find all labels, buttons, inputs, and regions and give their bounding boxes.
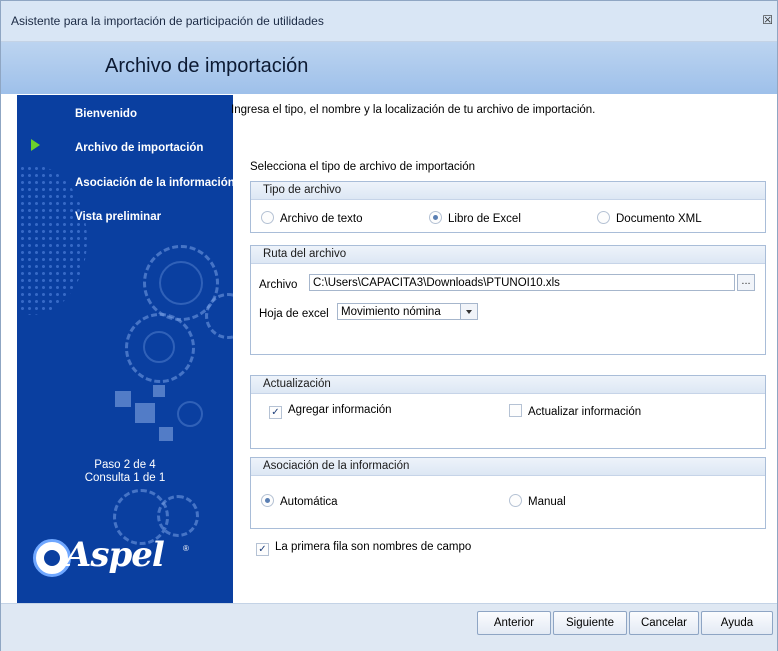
sidebar-item-bienvenido: Bienvenido	[75, 108, 137, 120]
checkbox-primera-fila[interactable]: ✓ La primera fila son nombres de campo	[256, 541, 471, 556]
chevron-down-icon[interactable]	[461, 303, 478, 320]
decorative-ring-icon	[177, 401, 203, 427]
radio-label: Manual	[528, 496, 566, 508]
radio-libro-de-excel[interactable]: Libro de Excel	[429, 211, 521, 225]
page-title: Archivo de importación	[105, 55, 309, 77]
checkbox-checked-icon: ✓	[256, 543, 269, 556]
radio-label: Libro de Excel	[448, 213, 521, 225]
consulta-counter: Consulta 1 de 1	[84, 472, 166, 484]
siguiente-button[interactable]: Siguiente	[553, 611, 627, 635]
intro-text: Ingresa el tipo, el nombre y la localiza…	[231, 104, 596, 116]
file-type-group: Tipo de archivo Archivo de texto Libro d…	[250, 181, 766, 233]
wizard-header: Archivo de importación	[1, 42, 777, 94]
file-path-header: Ruta del archivo	[251, 246, 765, 264]
radio-label: Archivo de texto	[280, 213, 363, 225]
aspel-logo: Aspel	[65, 535, 165, 575]
file-type-header: Tipo de archivo	[251, 182, 765, 200]
association-header: Asociación de la información	[251, 458, 765, 476]
sidebar-item-asociacion: Asociación de la información	[75, 177, 233, 189]
title-bar: Asistente para la importación de partici…	[1, 1, 777, 42]
radio-icon	[509, 494, 522, 507]
ayuda-button[interactable]: Ayuda	[701, 611, 773, 635]
checkbox-label: Actualizar información	[528, 406, 642, 418]
radio-selected-icon	[261, 494, 274, 507]
browse-button[interactable]: ...	[737, 274, 755, 291]
radio-manual[interactable]: Manual	[509, 494, 566, 508]
decorative-square	[153, 385, 165, 397]
radio-archivo-de-texto[interactable]: Archivo de texto	[261, 211, 362, 225]
decorative-ring-icon	[143, 331, 175, 363]
registered-mark: ®	[183, 544, 189, 553]
select-type-label: Selecciona el tipo de archivo de importa…	[250, 161, 476, 173]
radio-icon	[261, 211, 274, 224]
file-path-group: Ruta del archivo Archivo C:\Users\CAPACI…	[250, 245, 766, 355]
decorative-ring-icon	[159, 261, 203, 305]
checkbox-label: Agregar información	[288, 404, 392, 416]
radio-label: Documento XML	[616, 213, 702, 225]
sidebar-item-archivo-de-importacion: Archivo de importación	[75, 142, 204, 154]
window-title: Asistente para la importación de partici…	[11, 14, 324, 28]
checkbox-checked-icon: ✓	[269, 406, 282, 419]
archivo-label: Archivo	[259, 279, 298, 291]
radio-label: Automática	[280, 496, 338, 508]
radio-documento-xml[interactable]: Documento XML	[597, 211, 702, 225]
checkbox-icon	[509, 404, 522, 417]
green-arrow-icon	[31, 139, 40, 151]
decorative-square	[135, 403, 155, 423]
sidebar-item-vista-preliminar: Vista preliminar	[75, 211, 162, 223]
radio-automatica[interactable]: Automática	[261, 494, 338, 508]
checkbox-agregar-informacion[interactable]: ✓ Agregar información	[269, 404, 392, 419]
archivo-path-input[interactable]: C:\Users\CAPACITA3\Downloads\PTUNOI10.xl…	[309, 274, 735, 291]
step-counter: Paso 2 de 4	[94, 459, 156, 471]
wizard-window: Asistente para la importación de partici…	[0, 0, 778, 651]
checkbox-label: La primera fila son nombres de campo	[275, 541, 472, 553]
hoja-label: Hoja de excel	[259, 308, 329, 320]
sidebar: Bienvenido Archivo de importación Asocia…	[17, 95, 233, 603]
radio-selected-icon	[429, 211, 442, 224]
close-icon[interactable]: ☒	[762, 13, 773, 27]
decorative-square	[159, 427, 173, 441]
update-header: Actualización	[251, 376, 765, 394]
radio-icon	[597, 211, 610, 224]
association-group: Asociación de la información Automática …	[250, 457, 766, 529]
decorative-square	[115, 391, 131, 407]
update-group: Actualización ✓ Agregar información Actua…	[250, 375, 766, 449]
cancelar-button[interactable]: Cancelar	[629, 611, 699, 635]
checkbox-actualizar-informacion[interactable]: Actualizar información	[509, 404, 641, 418]
hoja-select[interactable]: Movimiento nómina	[337, 303, 461, 320]
anterior-button[interactable]: Anterior	[477, 611, 551, 635]
decorative-ring-icon	[157, 495, 199, 537]
